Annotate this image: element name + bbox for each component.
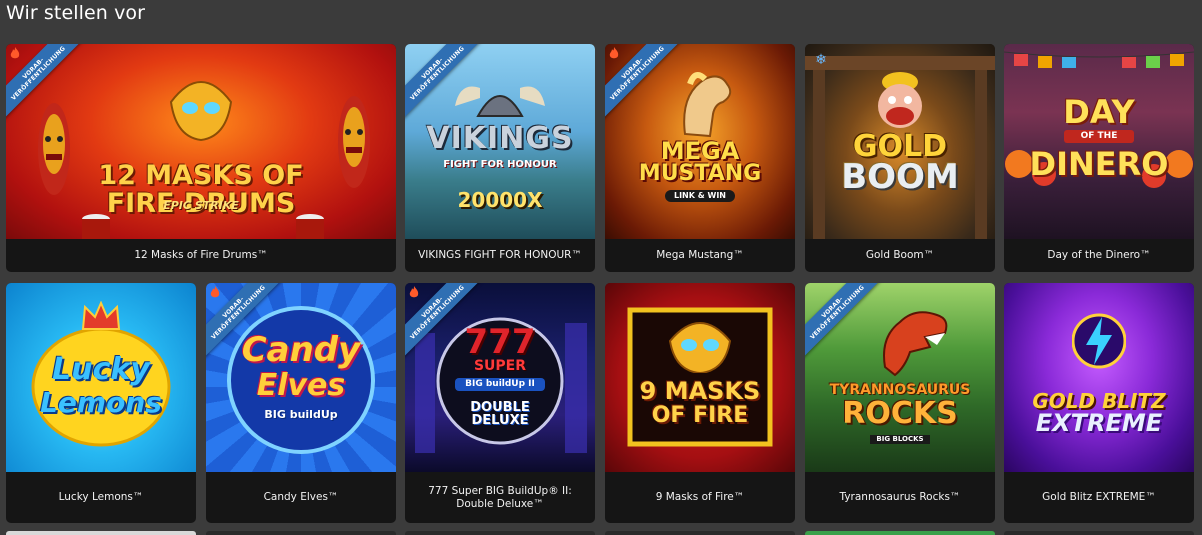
game-title: Mega Mustang™ (656, 249, 744, 261)
golden-mask-icon (668, 322, 732, 373)
game-title: 12 Masks of Fire Drums™ (134, 249, 268, 261)
logo-line-2: Elves (256, 368, 346, 403)
next-row-tile-edge (605, 531, 795, 535)
logo-line-3: BIG BLOCKS (870, 435, 930, 444)
snowflake-icon: ❄ (815, 52, 827, 68)
game-tile-12-masks-of-fire-drums[interactable]: VORAB- VERÖFFENTLICHUNG 12 MASKS OF FIRE … (6, 44, 396, 272)
viking-helmet-icon (455, 86, 545, 117)
flame-icon (210, 286, 220, 298)
game-title: 9 Masks of Fire™ (655, 491, 745, 503)
logo-line-2: SUPER (473, 358, 527, 374)
logo-line-3: BIG buildUp (264, 408, 338, 421)
logo-line-1: Candy (241, 330, 361, 370)
game-thumbnail: 9 MASKS OF FIRE (605, 283, 795, 472)
miner-character-icon (878, 72, 922, 128)
game-thumbnail: VORAB- VERÖFFENTLICHUNG MEGA MUSTANG LINK… (605, 44, 795, 239)
game-tile-vikings-fight-for-honour[interactable]: VORAB- VERÖFFENTLICHUNG VIKINGS FIGHT FOR… (405, 44, 595, 272)
game-grid: VORAB- VERÖFFENTLICHUNG 12 MASKS OF FIRE … (0, 0, 1202, 535)
logo-line-3: LINK & WIN (665, 190, 735, 202)
game-title: VIKINGS FIGHT FOR HONOUR™ (418, 249, 582, 261)
crown-icon (81, 301, 121, 330)
game-title: Tyrannosaurus Rocks™ (839, 491, 961, 503)
logo-line-1: 12 MASKS OF (98, 160, 304, 191)
logo-line-2: EXTREME (1035, 409, 1163, 437)
game-thumbnail: VORAB- VERÖFFENTLICHUNG Candy Elves BIG b… (206, 283, 396, 472)
logo-line-2: MUSTANG (638, 161, 762, 186)
next-row-tile-edge (405, 531, 595, 535)
logo-line-2: Lemons (40, 386, 162, 419)
game-thumbnail: VORAB- VERÖFFENTLICHUNG 777 SUPER BIG bui… (405, 283, 595, 472)
flame-icon (10, 47, 20, 59)
next-row-tile-edge (6, 531, 196, 535)
game-title: Day of the Dinero™ (1047, 249, 1151, 261)
logo-line-1: GOLD BLITZ (1032, 389, 1166, 413)
lightning-bolt-icon (1072, 313, 1126, 369)
game-tile-gold-boom[interactable]: ❄ GOLD BOOM Gold Boom™ (805, 44, 995, 272)
flame-icon (609, 47, 619, 59)
logo-line-2: FIGHT FOR HONOUR (443, 159, 557, 170)
game-tile-mega-mustang[interactable]: VORAB- VERÖFFENTLICHUNG MEGA MUSTANG LINK… (605, 44, 795, 272)
game-tile-gold-blitz-extreme[interactable]: GOLD BLITZ EXTREME Gold Blitz EXTREME™ (1004, 283, 1194, 523)
game-thumbnail: VORAB- VERÖFFENTLICHUNG 12 MASKS OF FIRE … (6, 44, 396, 239)
logo-line-1: 777 (464, 322, 536, 362)
game-thumbnail: VORAB- VERÖFFENTLICHUNG VIKINGS FIGHT FOR… (405, 44, 595, 239)
pre-release-ribbon: VORAB- VERÖFFENTLICHUNG (805, 283, 886, 361)
next-row-tile-edge (1004, 531, 1194, 535)
logo-line-2: BOOM (841, 157, 959, 197)
logo-line-1: DAY (1063, 93, 1135, 131)
next-row-tile-edge (805, 531, 995, 535)
game-tile-candy-elves[interactable]: VORAB- VERÖFFENTLICHUNG Candy Elves BIG b… (206, 283, 396, 523)
logo-line-3: DINERO (1029, 145, 1169, 183)
game-tile-day-of-the-dinero[interactable]: DAY OF THE DINERO Day of the Dinero™ (1004, 44, 1194, 272)
logo-line-3: BIG buildUp II (455, 378, 545, 391)
logo-line-3: 20000X (457, 188, 543, 212)
logo-line-1: Lucky (52, 352, 150, 387)
logo-line-1: 9 MASKS (639, 377, 761, 405)
game-thumbnail: VORAB- VERÖFFENTLICHUNG TYRANNOSAURUS ROC… (805, 283, 995, 472)
game-title: Candy Elves™ (263, 491, 339, 503)
game-tile-777-super-big-buildup-ii[interactable]: VORAB- VERÖFFENTLICHUNG 777 SUPER BIG bui… (405, 283, 595, 523)
t-rex-icon (883, 311, 948, 377)
logo-line-2: OF FIRE (651, 403, 749, 428)
game-thumbnail: ❄ GOLD BOOM (805, 44, 995, 239)
game-title: Gold Boom™ (865, 249, 935, 261)
next-row-tile-edge (206, 531, 396, 535)
game-tile-tyrannosaurus-rocks[interactable]: VORAB- VERÖFFENTLICHUNG TYRANNOSAURUS ROC… (805, 283, 995, 523)
golden-mask-icon (169, 81, 233, 142)
logo-line-2: ROCKS (842, 396, 958, 431)
horse-icon (683, 72, 732, 138)
game-title: 777 Super BIG BuildUp® II: Double Deluxe… (428, 484, 572, 510)
papel-picado-banner-icon (1004, 51, 1194, 68)
game-title: Lucky Lemons™ (58, 491, 144, 503)
game-title: Gold Blitz EXTREME™ (1042, 491, 1156, 503)
logo-line-2: OF THE (1064, 130, 1134, 143)
game-thumbnail: GOLD BLITZ EXTREME (1004, 283, 1194, 472)
logo-line-4: DOUBLE DELUXE (470, 400, 530, 428)
logo-line-1: VIKINGS (426, 121, 574, 156)
flame-icon (409, 286, 419, 298)
game-tile-9-masks-of-fire[interactable]: 9 MASKS OF FIRE 9 Masks of Fire™ (605, 283, 795, 523)
logo-line-1: TYRANNOSAURUS (829, 382, 971, 398)
game-thumbnail: Lucky Lemons (6, 283, 196, 472)
logo-line-1: MEGA (660, 137, 740, 165)
game-tile-lucky-lemons[interactable]: Lucky Lemons Lucky Lemons™ (6, 283, 196, 523)
logo-line-3: EPIC STRIKE (163, 199, 239, 212)
game-thumbnail: DAY OF THE DINERO (1004, 44, 1194, 239)
